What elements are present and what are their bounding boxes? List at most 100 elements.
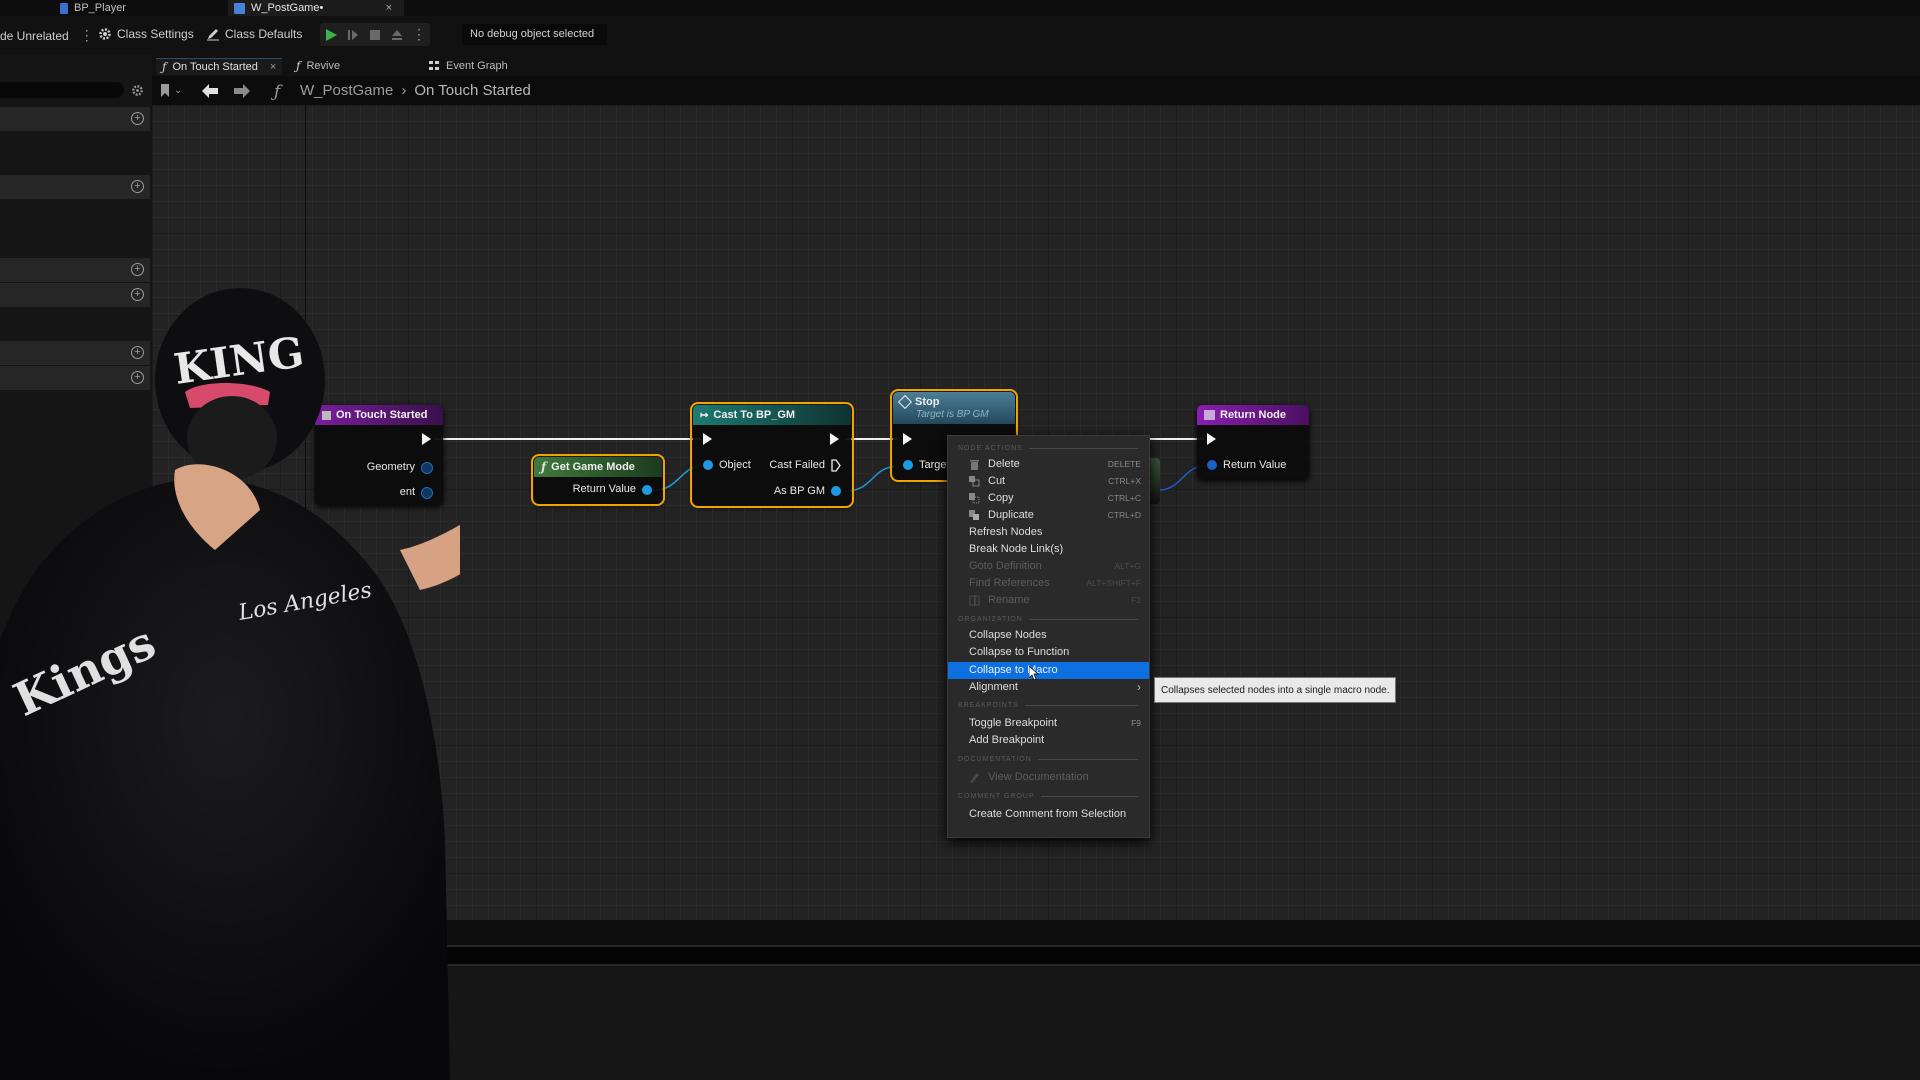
menu-shortcut: ALT+G bbox=[1114, 561, 1141, 571]
object-pin[interactable] bbox=[703, 460, 713, 470]
node-title: Get Game Mode bbox=[551, 461, 635, 473]
doc-tab-w-postgame[interactable]: W_PostGame• × bbox=[228, 0, 404, 16]
menu-item-cut[interactable]: Cut CTRL+X bbox=[948, 473, 1149, 490]
menu-item-break-node-links[interactable]: Break Node Link(s) bbox=[948, 541, 1149, 558]
cast-failed-pin[interactable] bbox=[831, 459, 841, 472]
menu-label: Create Comment from Selection bbox=[969, 808, 1127, 820]
target-pin[interactable] bbox=[903, 460, 913, 470]
add-icon[interactable]: + bbox=[131, 112, 144, 125]
menu-item-collapse-to-macro[interactable]: Collapse to Macro bbox=[948, 662, 1149, 679]
menu-item-collapse-nodes[interactable]: Collapse Nodes bbox=[948, 627, 1149, 644]
section-functions[interactable]: + bbox=[0, 175, 150, 199]
copy-icon bbox=[969, 493, 980, 504]
search-input[interactable] bbox=[0, 82, 124, 98]
forward-arrow-icon[interactable] bbox=[234, 84, 250, 98]
menu-item-view-documentation: View Documentation bbox=[948, 769, 1149, 786]
eject-icon[interactable] bbox=[390, 28, 404, 42]
return-value-pin[interactable] bbox=[1207, 460, 1217, 470]
bookmark-button[interactable]: ⌄ bbox=[160, 84, 182, 97]
more-options-icon[interactable]: ⋮ bbox=[80, 27, 94, 44]
breadcrumb-root[interactable]: W_PostGame bbox=[300, 82, 393, 99]
gear-icon[interactable] bbox=[131, 84, 144, 97]
raised-hand bbox=[400, 524, 460, 590]
add-icon[interactable]: + bbox=[131, 180, 144, 193]
pin-label: As BP GM bbox=[773, 485, 825, 497]
node-return[interactable]: Return Node Return Value bbox=[1197, 405, 1309, 479]
menu-shortcut: F2 bbox=[1131, 595, 1141, 605]
menu-label: Collapse Nodes bbox=[969, 629, 1047, 641]
tooltip: Collapses selected nodes into a single m… bbox=[1154, 677, 1396, 703]
pin-label: Object bbox=[719, 459, 751, 471]
menu-label: Refresh Nodes bbox=[969, 526, 1043, 538]
menu-label: Rename bbox=[988, 594, 1030, 606]
menu-shortcut: CTRL+D bbox=[1107, 510, 1141, 520]
class-defaults-button[interactable]: Class Defaults bbox=[206, 27, 302, 41]
node-get-game-mode[interactable]: ƒ Get Game Mode Return Value bbox=[531, 454, 665, 506]
pin-label: Cast Failed bbox=[769, 459, 825, 471]
menu-item-create-comment[interactable]: Create Comment from Selection bbox=[948, 806, 1149, 823]
menu-item-toggle-breakpoint[interactable]: Toggle Breakpoint F9 bbox=[948, 715, 1149, 732]
menu-item-alignment[interactable]: Alignment › bbox=[948, 679, 1149, 696]
graph-tab-bar bbox=[152, 54, 1920, 76]
section-breakpoints: BREAKPOINTS bbox=[958, 702, 1138, 709]
add-icon[interactable]: + bbox=[131, 263, 144, 276]
node-subtitle: Target is BP GM bbox=[916, 409, 989, 420]
step-icon[interactable] bbox=[346, 28, 360, 42]
section-node-actions: NODE ACTIONS bbox=[958, 445, 1138, 452]
tab-revive[interactable]: ƒ Revive bbox=[296, 58, 340, 74]
menu-item-delete[interactable]: Delete DELETE bbox=[948, 456, 1149, 473]
menu-label: Duplicate bbox=[988, 509, 1034, 521]
menu-item-add-breakpoint[interactable]: Add Breakpoint bbox=[948, 732, 1149, 749]
hide-unrelated-button[interactable]: de Unrelated ⋮ bbox=[0, 27, 94, 44]
diamond-icon bbox=[897, 394, 913, 410]
menu-item-collapse-to-function[interactable]: Collapse to Function bbox=[948, 644, 1149, 661]
close-tab-icon[interactable]: × bbox=[270, 61, 276, 73]
class-defaults-label: Class Defaults bbox=[225, 27, 303, 41]
tab-event-graph[interactable]: Event Graph bbox=[428, 58, 508, 74]
section-graphs[interactable]: + bbox=[0, 107, 150, 131]
menu-item-copy[interactable]: Copy CTRL+C bbox=[948, 490, 1149, 507]
node-title: Cast To BP_GM bbox=[713, 409, 796, 421]
exec-in-pin[interactable] bbox=[703, 433, 712, 445]
node-cast-to-bp-gm[interactable]: ↦ Cast To BP_GM Object Cast Failed As BP… bbox=[690, 402, 854, 508]
class-settings-button[interactable]: Class Settings bbox=[98, 27, 194, 41]
menu-label: Alignment bbox=[969, 681, 1018, 693]
trash-icon bbox=[970, 460, 979, 470]
return-value-pin[interactable] bbox=[642, 485, 652, 495]
menu-label: Toggle Breakpoint bbox=[969, 717, 1058, 729]
menu-item-duplicate[interactable]: Duplicate CTRL+D bbox=[948, 507, 1149, 524]
play-icon[interactable] bbox=[324, 28, 338, 42]
menu-item-goto-definition: Goto Definition ALT+G bbox=[948, 558, 1149, 575]
tab-label: On Touch Started bbox=[172, 61, 258, 73]
context-menu: NODE ACTIONS Delete DELETE Cut CTRL+X Co… bbox=[947, 435, 1150, 838]
menu-shortcut: F9 bbox=[1131, 718, 1141, 728]
play-options-icon[interactable]: ⋮ bbox=[412, 26, 426, 43]
menu-label: View Documentation bbox=[988, 771, 1089, 783]
tab-on-touch-started[interactable]: ƒ On Touch Started × bbox=[156, 58, 283, 75]
function-icon: ƒ bbox=[274, 82, 281, 102]
menu-item-refresh-nodes[interactable]: Refresh Nodes bbox=[948, 524, 1149, 541]
documentation-icon bbox=[970, 773, 979, 783]
section-macros[interactable]: + bbox=[0, 258, 150, 282]
back-arrow-icon[interactable] bbox=[202, 84, 218, 98]
play-controls: ⋮ bbox=[320, 23, 430, 46]
debug-object-select[interactable]: No debug object selected ⌄ bbox=[462, 24, 607, 61]
as-bp-gm-pin[interactable] bbox=[831, 486, 841, 496]
node-title: Stop bbox=[915, 396, 940, 408]
exec-in-pin[interactable] bbox=[903, 433, 912, 445]
exec-out-pin[interactable] bbox=[830, 433, 839, 445]
stop-icon[interactable] bbox=[368, 28, 382, 42]
hoodie bbox=[0, 478, 450, 1080]
blueprint-actor-icon bbox=[60, 2, 68, 14]
close-tab-icon[interactable]: × bbox=[386, 2, 392, 15]
pin-label: Return Value bbox=[1223, 459, 1287, 471]
menu-label: Copy bbox=[988, 492, 1014, 504]
menu-shortcut: CTRL+C bbox=[1107, 493, 1141, 503]
menu-shortcut: ALT+SHIFT+F bbox=[1086, 578, 1141, 588]
breadcrumb-current: On Touch Started bbox=[414, 82, 531, 99]
menu-label: Break Node Link(s) bbox=[969, 543, 1064, 555]
node-title: Return Node bbox=[1220, 409, 1286, 421]
exec-in-pin[interactable] bbox=[1207, 433, 1216, 445]
widget-blueprint-icon bbox=[234, 2, 245, 14]
doc-tab-bp-player[interactable]: BP_Player bbox=[60, 0, 210, 16]
